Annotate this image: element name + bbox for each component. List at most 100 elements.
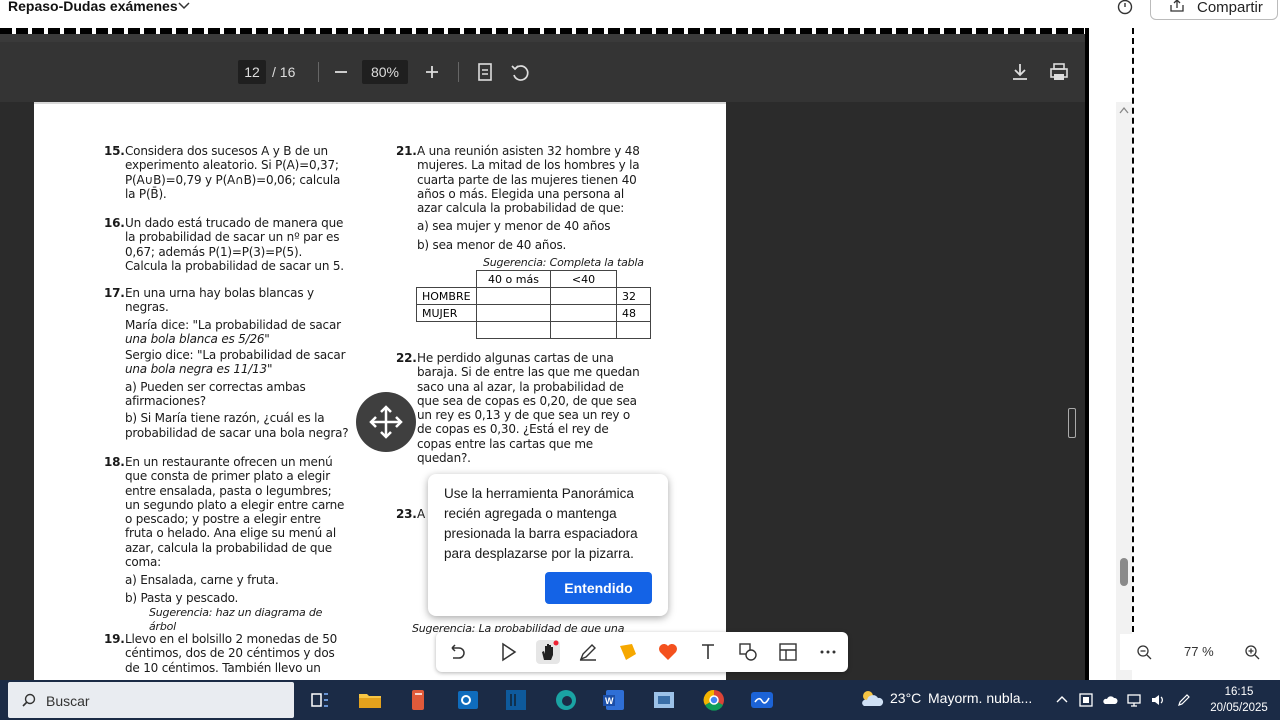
plus-icon[interactable] [421, 61, 443, 83]
text-icon[interactable] [696, 640, 720, 664]
timer-icon[interactable] [1116, 0, 1134, 16]
problem-text: una bola blanca es 5/26" [125, 331, 270, 346]
volume-icon[interactable] [1150, 692, 1166, 708]
move-handle[interactable] [356, 392, 416, 452]
share-label: Compartir [1197, 0, 1263, 16]
problem-text: entre ensalada, pasta o legumbres; [125, 483, 332, 498]
sticky-app-icon[interactable] [404, 686, 432, 714]
scroll-up-arrow-icon[interactable] [1119, 106, 1129, 114]
app-tray-icon[interactable] [1078, 692, 1094, 708]
problem-hint: Sugerencia: haz un diagrama de árbol [149, 605, 323, 634]
problem-text: fruta o helado. Ana elige su menú al [125, 526, 336, 541]
pan-tool-button[interactable] [536, 640, 560, 664]
problem-text: baraja. Si de entre las que me quedan [417, 365, 640, 380]
problem-text: que consta de primer plato a elegir [125, 469, 330, 484]
chevron-up-icon[interactable] [1054, 692, 1070, 708]
problem-text: un segundo plato a elegir entre carne [125, 497, 345, 512]
problem-number: 22. [396, 351, 417, 365]
onedrive-icon[interactable] [1102, 692, 1118, 708]
problem-text: a) Ensalada, carne y fruta. [125, 573, 279, 588]
page-total: / 16 [272, 64, 296, 80]
understood-button[interactable]: Entendido [545, 572, 652, 604]
problem-text: saco una al azar, la probabilidad de [417, 379, 624, 394]
move-icon [369, 405, 403, 439]
scrollbar-thumb[interactable] [1120, 558, 1128, 586]
snipping-icon[interactable] [650, 686, 678, 714]
select-arrow-icon[interactable] [496, 640, 520, 664]
search-icon [22, 693, 36, 707]
svg-text:W: W [605, 696, 614, 706]
problem-text: la P(B̄). [125, 186, 167, 201]
probability-table: 40 o más <40 HOMBRE 32 MUJER 48 [416, 270, 651, 339]
problem-text: copas entre las cartas que me [417, 436, 593, 451]
problem-text: b) Si María tiene razón, ¿cuál es la [125, 411, 325, 426]
whiteboard-app-icon[interactable] [748, 686, 776, 714]
problem-text: coma: [125, 555, 162, 570]
problem-21: 21. A una reunión asisten 32 hombre y 48… [396, 144, 644, 270]
canvas-zoom-value[interactable]: 77 % [1184, 644, 1214, 659]
pen-icon[interactable] [576, 640, 600, 664]
weather-temperature: 23°C [890, 690, 922, 706]
problem-16: 16. Un dado está trucado de manera que l… [104, 216, 344, 273]
rotate-icon[interactable] [509, 61, 531, 83]
undo-icon[interactable] [444, 640, 468, 664]
file-explorer-icon[interactable] [356, 686, 384, 714]
more-horizontal-icon[interactable] [816, 640, 840, 664]
table-header: <40 [550, 270, 617, 288]
problem-19: 19. Llevo en el bolsillo 2 monedas de 50… [104, 632, 337, 675]
shapes-icon[interactable] [736, 640, 760, 664]
problem-number: 19. [104, 632, 125, 646]
problem-text: Considera dos sucesos A y B de un [125, 144, 328, 158]
system-clock[interactable]: 16:15 20/05/2025 [1202, 684, 1276, 716]
chrome-icon[interactable] [700, 686, 728, 714]
problem-text: que sea de copas es 0,20, de que sea [417, 393, 637, 408]
problem-text: azar calcula la probabilidad de que: [417, 201, 625, 216]
minus-icon[interactable] [330, 61, 352, 83]
chevron-down-icon[interactable] [178, 0, 190, 12]
app-header: Repaso-Dudas exámenes Compartir [0, 0, 1280, 28]
network-icon[interactable] [1126, 692, 1142, 708]
problem-text: afirmaciones? [125, 394, 206, 409]
problem-hint: Sugerencia: Completa la tabla [483, 256, 644, 270]
problem-number: 21. [396, 144, 417, 158]
sticky-note-icon[interactable] [616, 640, 640, 664]
zoom-in-icon[interactable] [1244, 644, 1260, 660]
vertical-scrollbar[interactable] [1116, 102, 1132, 680]
app-icon[interactable] [502, 686, 530, 714]
print-icon[interactable] [1048, 61, 1070, 83]
download-icon[interactable] [1009, 61, 1031, 83]
zoom-level-input[interactable]: 80% [362, 60, 408, 84]
problem-text: P(A∪B)=0,79 y P(A∩B)=0,06; calcula [125, 172, 341, 187]
task-view-icon[interactable] [306, 686, 334, 714]
templates-icon[interactable] [776, 640, 800, 664]
zoom-out-icon[interactable] [1136, 644, 1152, 660]
page-gap [0, 34, 1088, 42]
toolbar-divider [318, 62, 319, 82]
canvas-boundary [1132, 28, 1134, 632]
problem-text: Calcula la probabilidad de sacar un 5. [125, 258, 344, 273]
outlook-icon[interactable] [454, 686, 482, 714]
share-button[interactable]: Compartir [1150, 0, 1278, 20]
problem-22: 22. He perdido algunas cartas de una bar… [396, 351, 640, 465]
taskbar-search[interactable]: Buscar [8, 682, 294, 718]
hand-icon [542, 640, 559, 660]
resize-handle[interactable] [1068, 408, 1076, 438]
word-icon[interactable]: W [600, 686, 628, 714]
problem-number: 16. [104, 216, 125, 230]
fit-page-icon[interactable] [474, 61, 496, 83]
problem-number: 23. [396, 507, 417, 521]
problem-text: probabilidad de sacar una bola negra? [125, 425, 349, 440]
problem-text: céntimos, dos de 20 céntimos y dos [125, 646, 335, 661]
problem-text: En una urna hay bolas blancas y [125, 286, 314, 300]
problem-number: 17. [104, 286, 125, 300]
page-number-input[interactable]: 12 [238, 60, 266, 84]
edge-icon[interactable] [552, 686, 580, 714]
problem-text: años o más. Elegida una persona al [417, 186, 625, 201]
problem-text: Un dado está trucado de manera que [125, 216, 344, 230]
problem-text: María dice: "La probabilidad de sacar [125, 317, 341, 332]
pen-menu-icon[interactable] [1176, 692, 1192, 708]
taskbar: Buscar W 23°C Mayorm. nubla... 16:15 20/… [0, 680, 1280, 720]
document-title[interactable]: Repaso-Dudas exámenes [8, 0, 178, 14]
problem-text: un rey es 0,13 y de que sea un rey o [417, 408, 631, 423]
reaction-icon[interactable] [656, 640, 680, 664]
